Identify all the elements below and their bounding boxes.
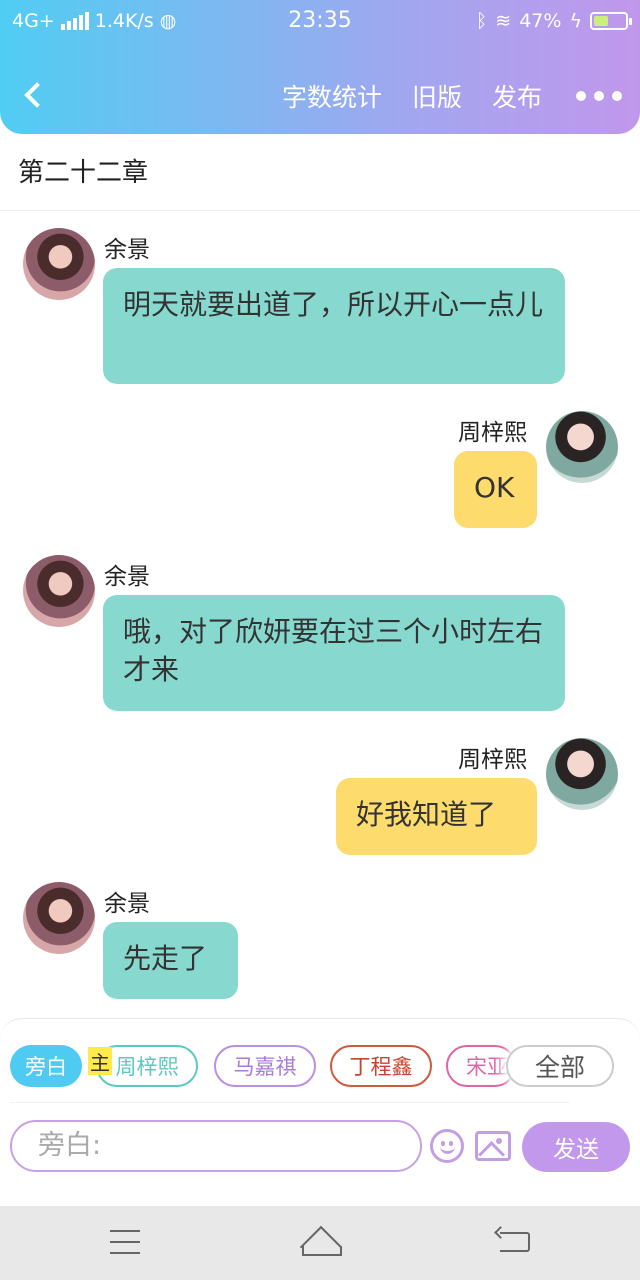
chip-narration[interactable]: 旁白 (10, 1045, 82, 1087)
more-dots-icon[interactable] (572, 91, 622, 101)
avatar[interactable] (23, 882, 95, 954)
sender-name: 余景 (104, 891, 150, 917)
home-icon[interactable] (300, 1228, 342, 1256)
emoji-icon[interactable] (430, 1129, 464, 1163)
word-count-button[interactable]: 字数统计 (282, 78, 382, 114)
avatar[interactable] (546, 738, 618, 810)
nav-bar: 字数统计 旧版 发布 (0, 70, 640, 126)
battery-percent: 47% (519, 10, 562, 32)
message-input[interactable]: 旁白: (10, 1120, 422, 1172)
battery-icon (590, 12, 632, 30)
chip-character[interactable]: 丁程鑫 (330, 1045, 432, 1087)
role-chip-bar: 旁白 主 周梓熙 马嘉祺 丁程鑫 宋亚 全部 (10, 1045, 630, 1087)
message-bubble[interactable]: 明天就要出道了，所以开心一点儿 (103, 268, 565, 384)
sender-name: 周梓熙 (458, 420, 527, 446)
charging-icon: ϟ (569, 10, 582, 32)
battery-fill (594, 16, 608, 26)
back-icon[interactable] (500, 1232, 530, 1252)
wifi-icon: ≋ (495, 10, 512, 32)
sender-name: 余景 (104, 564, 150, 590)
sender-name: 周梓熙 (458, 747, 527, 773)
chevron-left-icon[interactable] (18, 76, 54, 112)
system-nav-bar (0, 1206, 640, 1280)
avatar[interactable] (23, 555, 95, 627)
header-bar: 4G+ 1.4K/s ◍ 23:35 ᛒ ≋ 47% ϟ 字数统计 旧版 发布 (0, 0, 640, 134)
message-bubble[interactable]: 好我知道了 (336, 778, 537, 855)
message-bubble[interactable]: 先走了 (103, 922, 238, 999)
menu-icon[interactable] (110, 1230, 140, 1254)
status-bar: 4G+ 1.4K/s ◍ 23:35 ᛒ ≋ 47% ϟ (0, 0, 640, 44)
avatar[interactable] (546, 411, 618, 483)
image-icon[interactable] (475, 1131, 511, 1161)
divider (0, 210, 640, 211)
old-version-button[interactable]: 旧版 (412, 78, 462, 114)
main-character-mark: 主 (88, 1047, 112, 1075)
chapter-title[interactable]: 第二十二章 (18, 152, 148, 189)
publish-button[interactable]: 发布 (492, 78, 542, 114)
message-bubble[interactable]: OK (454, 451, 537, 528)
divider (10, 1102, 570, 1103)
message-bubble[interactable]: 哦，对了欣妍要在过三个小时左右才来 (103, 595, 565, 711)
all-roles-button[interactable]: 全部 (506, 1045, 614, 1087)
avatar[interactable] (23, 228, 95, 300)
bluetooth-icon: ᛒ (475, 10, 488, 32)
sender-name: 余景 (104, 237, 150, 263)
send-button[interactable]: 发送 (522, 1122, 630, 1172)
chip-character[interactable]: 马嘉祺 (214, 1045, 316, 1087)
